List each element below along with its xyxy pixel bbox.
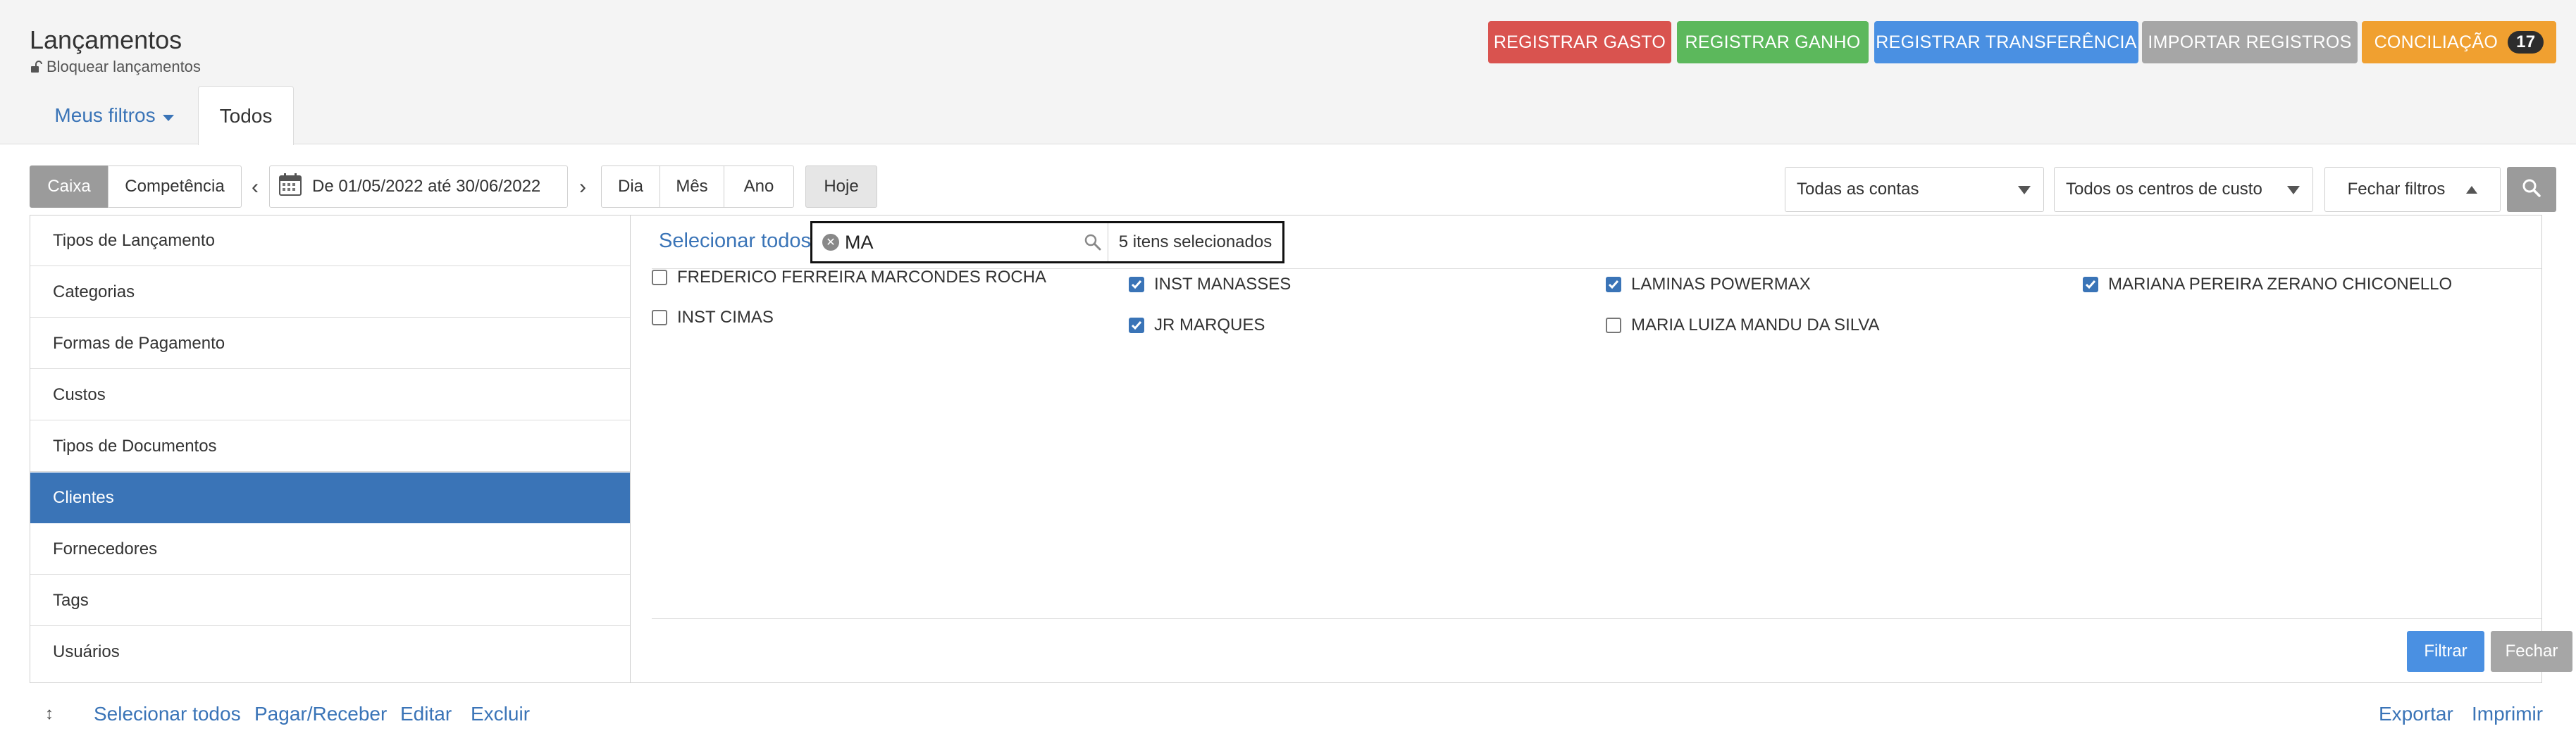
- today-button[interactable]: Hoje: [805, 165, 877, 208]
- close-filter-button[interactable]: Fechar: [2491, 631, 2572, 672]
- client-search-input[interactable]: [845, 223, 1084, 261]
- filters-panel: Tipos de Lançamento Categorias Formas de…: [30, 215, 2572, 683]
- apply-filter-button[interactable]: Filtrar: [2407, 631, 2484, 672]
- bulk-actions-bar: ↕ Selecionar todos Pagar/Receber Editar …: [0, 697, 2576, 731]
- clear-search-icon[interactable]: ✕: [822, 234, 839, 251]
- client-option-label: MARIANA PEREIRA ZERANO CHICONELLO: [2108, 275, 2453, 294]
- caret-down-icon: [2287, 186, 2300, 194]
- checkbox-checked[interactable]: [1129, 318, 1144, 333]
- caret-down-icon: [2018, 186, 2031, 194]
- page-title: Lançamentos: [30, 25, 182, 54]
- category-item-categories[interactable]: Categorias: [30, 267, 630, 318]
- client-option-label: FREDERICO FERREIRA MARCONDES ROCHA: [677, 268, 1047, 287]
- select-all-link[interactable]: Selecionar todos: [659, 230, 811, 253]
- category-item-payment-methods[interactable]: Formas de Pagamento: [30, 318, 630, 369]
- register-transfer-button[interactable]: REGISTRAR TRANSFERÊNCIA: [1874, 21, 2138, 63]
- search-button[interactable]: [2507, 167, 2556, 212]
- category-item-tags[interactable]: Tags: [30, 575, 630, 626]
- client-filter-pane: Selecionar todos ✕ 5 itens selecionados …: [631, 215, 2572, 682]
- client-option-label: JR MARQUES: [1154, 315, 1265, 335]
- client-search-box: ✕ 5 itens selecionados: [810, 221, 1284, 263]
- client-option[interactable]: INST CIMAS: [652, 308, 774, 327]
- print-link[interactable]: Imprimir: [2472, 703, 2543, 725]
- category-item-users[interactable]: Usuários: [30, 627, 630, 677]
- header-area: Lançamentos Bloquear lançamentos REGISTR…: [0, 0, 2576, 145]
- accounts-select-value: Todas as contas: [1797, 180, 1919, 199]
- mode-accrual-button[interactable]: Competência: [108, 165, 242, 208]
- client-option-label: LAMINAS POWERMAX: [1631, 275, 1811, 294]
- reconciliation-button[interactable]: CONCILIAÇÃO 17: [2362, 21, 2556, 63]
- date-range-picker[interactable]: De 01/05/2022 até 30/06/2022: [269, 165, 568, 208]
- filter-toolbar: Caixa Competência ‹ De 01/05/2022 até 30…: [0, 165, 2576, 212]
- checkbox[interactable]: [652, 310, 667, 325]
- caret-up-icon: [2466, 185, 2478, 194]
- footer-select-all-link[interactable]: Selecionar todos: [94, 703, 241, 725]
- reconciliation-label: CONCILIAÇÃO: [2374, 32, 2498, 52]
- chevron-right-icon[interactable]: ›: [572, 175, 593, 199]
- search-icon: [1084, 233, 1102, 255]
- search-icon: [2522, 178, 2541, 201]
- category-item-entry-types[interactable]: Tipos de Lançamento: [30, 215, 630, 266]
- delete-link[interactable]: Excluir: [471, 703, 530, 725]
- selected-count-label: 5 itens selecionados: [1118, 232, 1272, 251]
- sort-icon[interactable]: ↕: [45, 704, 54, 724]
- checkbox-checked[interactable]: [2083, 277, 2098, 292]
- client-option-label: MARIA LUIZA MANDU DA SILVA: [1631, 315, 1880, 335]
- close-filters-button[interactable]: Fechar filtros: [2324, 167, 2501, 212]
- register-income-button[interactable]: REGISTRAR GANHO: [1677, 21, 1869, 63]
- export-link[interactable]: Exportar: [2379, 703, 2453, 725]
- period-year-button[interactable]: Ano: [724, 165, 794, 208]
- pay-receive-link[interactable]: Pagar/Receber: [254, 703, 387, 725]
- client-option[interactable]: FREDERICO FERREIRA MARCONDES ROCHA: [652, 268, 1046, 287]
- register-expense-button[interactable]: REGISTRAR GASTO: [1488, 21, 1671, 63]
- mode-cash-button[interactable]: Caixa: [30, 165, 109, 208]
- checkbox-checked[interactable]: [1129, 277, 1144, 292]
- chevron-left-icon[interactable]: ‹: [244, 175, 266, 199]
- tab-my-filters-label: Meus filtros: [54, 104, 156, 126]
- checkbox[interactable]: [1606, 318, 1621, 333]
- client-option[interactable]: INST MANASSES: [1129, 275, 1291, 294]
- close-filters-label: Fechar filtros: [2347, 180, 2446, 199]
- checkbox-checked[interactable]: [1606, 277, 1621, 292]
- category-item-costs[interactable]: Custos: [30, 370, 630, 420]
- client-option[interactable]: MARIANA PEREIRA ZERANO CHICONELLO: [2083, 275, 2452, 294]
- tab-all[interactable]: Todos: [198, 86, 294, 145]
- client-option-label: INST MANASSES: [1154, 275, 1292, 294]
- lock-label: Bloquear lançamentos: [47, 58, 201, 75]
- date-range-label: De 01/05/2022 até 30/06/2022: [312, 177, 541, 196]
- period-month-button[interactable]: Mês: [660, 165, 724, 208]
- reconciliation-count-badge: 17: [2508, 31, 2544, 54]
- category-item-suppliers[interactable]: Fornecedores: [30, 524, 630, 575]
- import-records-button[interactable]: IMPORTAR REGISTROS: [2142, 21, 2358, 63]
- category-item-document-types[interactable]: Tipos de Documentos: [30, 421, 630, 472]
- accounts-select[interactable]: Todas as contas: [1785, 167, 2044, 212]
- cost-centers-select-value: Todos os centros de custo: [2066, 180, 2262, 199]
- period-day-button[interactable]: Dia: [601, 165, 660, 208]
- client-option[interactable]: JR MARQUES: [1129, 315, 1265, 335]
- client-option[interactable]: LAMINAS POWERMAX: [1606, 275, 1811, 294]
- caret-down-icon: [162, 104, 174, 127]
- lock-toggle[interactable]: Bloquear lançamentos: [30, 58, 201, 76]
- cost-centers-select[interactable]: Todos os centros de custo: [2054, 167, 2313, 212]
- checkbox[interactable]: [652, 270, 667, 285]
- unlock-icon: [30, 61, 42, 73]
- divider: [652, 618, 2541, 619]
- client-option-label: INST CIMAS: [677, 308, 774, 327]
- edit-link[interactable]: Editar: [400, 703, 452, 725]
- client-option[interactable]: MARIA LUIZA MANDU DA SILVA: [1606, 315, 1880, 335]
- category-item-clients[interactable]: Clientes: [30, 473, 630, 523]
- filter-category-list: Tipos de Lançamento Categorias Formas de…: [30, 215, 631, 682]
- tab-my-filters[interactable]: Meus filtros: [37, 86, 192, 144]
- calendar-icon: [278, 173, 302, 201]
